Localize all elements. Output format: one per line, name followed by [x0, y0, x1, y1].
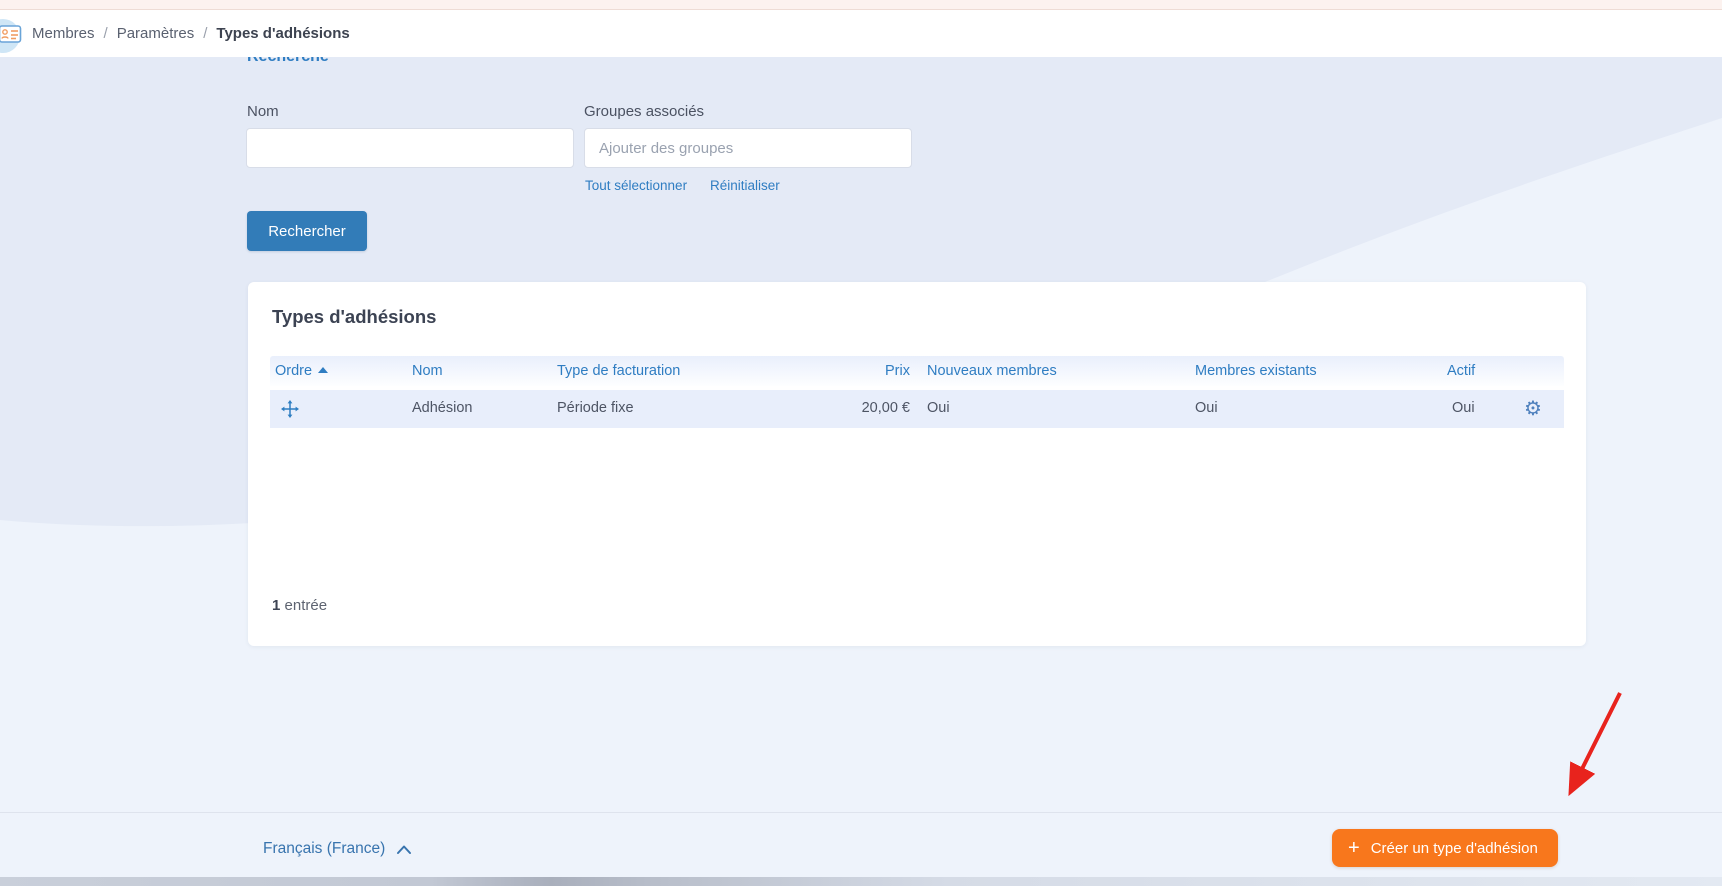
entry-count: 1 entrée [272, 597, 327, 614]
card-title: Types d'adhésions [272, 306, 436, 328]
membership-types-card: Types d'adhésions Ordre Nom Type de fact… [248, 282, 1586, 646]
breadcrumb-item-parametres[interactable]: Paramètres [117, 25, 195, 42]
column-header-price[interactable]: Prix [810, 363, 910, 379]
entry-count-label: entrée [280, 597, 327, 614]
column-header-name[interactable]: Nom [412, 363, 443, 379]
membership-card-icon [0, 24, 22, 44]
cell-existing-members: Oui [1195, 400, 1218, 416]
cell-new-members: Oui [927, 400, 950, 416]
table-header-row: Ordre Nom Type de facturation Prix Nouve… [270, 356, 1564, 386]
footer-divider [0, 812, 1722, 813]
create-button-label: Créer un type d'adhésion [1371, 840, 1538, 857]
column-header-order[interactable]: Ordre [275, 363, 328, 379]
column-header-active[interactable]: Actif [1447, 363, 1475, 379]
annotation-arrow [1540, 685, 1640, 810]
reset-link[interactable]: Réinitialiser [710, 178, 780, 193]
cell-billing: Période fixe [557, 400, 634, 416]
breadcrumb-separator: / [203, 25, 207, 42]
plus-icon: + [1348, 839, 1360, 857]
groups-input[interactable] [584, 128, 912, 168]
column-header-existing-members[interactable]: Membres existants [1195, 363, 1317, 379]
groups-field-label: Groupes associés [584, 103, 704, 120]
breadcrumb-bar: Membres / Paramètres / Types d'adhésions [0, 10, 1722, 57]
row-settings-gear-icon[interactable]: ⚙ [1524, 394, 1542, 424]
drag-move-icon[interactable] [281, 400, 299, 418]
breadcrumb-separator: / [104, 25, 108, 42]
name-input[interactable] [246, 128, 574, 168]
cell-active: Oui [1452, 400, 1475, 416]
module-icon-wrap [0, 10, 26, 57]
create-membership-type-button[interactable]: + Créer un type d'adhésion [1332, 829, 1558, 867]
breadcrumb-item-current: Types d'adhésions [216, 25, 349, 42]
breadcrumb-item-membres[interactable]: Membres [32, 25, 95, 42]
chevron-up-icon [396, 844, 412, 855]
breadcrumb: Membres / Paramètres / Types d'adhésions [32, 25, 350, 42]
name-field-label: Nom [247, 103, 279, 120]
cell-price: 20,00 € [810, 400, 910, 416]
search-button[interactable]: Rechercher [247, 211, 367, 251]
column-header-billing[interactable]: Type de facturation [557, 363, 680, 379]
language-selector[interactable]: Français (France) [263, 840, 412, 858]
language-label: Français (France) [263, 840, 385, 858]
select-all-link[interactable]: Tout sélectionner [585, 178, 687, 193]
cell-name: Adhésion [412, 400, 472, 416]
bottom-edge-strip [0, 877, 1722, 886]
sort-asc-icon [318, 367, 328, 373]
table-row: Adhésion Période fixe 20,00 € Oui Oui Ou… [270, 390, 1564, 428]
notification-strip [0, 0, 1722, 10]
column-header-new-members[interactable]: Nouveaux membres [927, 363, 1057, 379]
